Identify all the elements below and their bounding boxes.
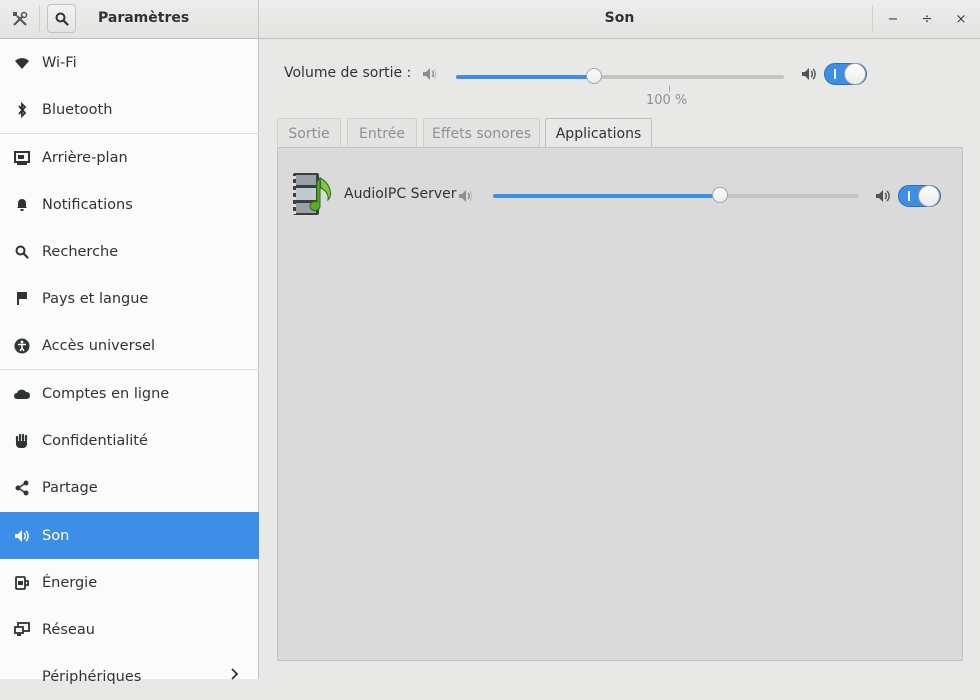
tab-output[interactable]: Sortie bbox=[277, 118, 341, 148]
multimedia-audio-icon bbox=[293, 173, 332, 215]
sidebar-item-label: Notifications bbox=[42, 196, 133, 213]
sidebar-item-sharing[interactable]: Partage bbox=[0, 464, 259, 511]
hand-icon bbox=[13, 432, 31, 450]
output-volume-label: Volume de sortie : bbox=[284, 65, 412, 81]
cloud-icon bbox=[13, 385, 31, 403]
sidebar-item-power[interactable]: Énergie bbox=[0, 559, 259, 606]
bluetooth-icon bbox=[13, 101, 31, 119]
output-volume-handle[interactable] bbox=[586, 68, 602, 84]
sound-panel: Volume de sortie : 100 % Sortie Entrée E… bbox=[260, 39, 980, 679]
tab-sound-effects[interactable]: Effets sonores bbox=[423, 118, 540, 148]
wifi-icon bbox=[13, 54, 31, 72]
speaker-icon bbox=[13, 527, 31, 545]
minimize-button[interactable]: − bbox=[882, 8, 904, 30]
sidebar-item-label: Comptes en ligne bbox=[42, 385, 170, 402]
sidebar-item-label: Pays et langue bbox=[42, 290, 149, 307]
devices-icon bbox=[13, 668, 31, 686]
output-volume-fill bbox=[456, 75, 594, 79]
tab-input[interactable]: Entrée bbox=[347, 118, 417, 148]
sidebar-item-label: Partage bbox=[42, 479, 98, 496]
chevron-right-icon bbox=[230, 667, 240, 685]
window-controls-separator bbox=[872, 5, 873, 33]
sidebar-item-network[interactable]: Réseau bbox=[0, 606, 259, 653]
sidebar-item-label: Arrière-plan bbox=[42, 149, 128, 166]
output-volume-slider[interactable] bbox=[456, 68, 784, 84]
sidebar-item-background[interactable]: Arrière-plan bbox=[0, 134, 259, 181]
sidebar: Wi-Fi Bluetooth Arrière-plan Notificatio… bbox=[0, 39, 259, 685]
bell-icon bbox=[13, 196, 31, 214]
application-volume-fill bbox=[493, 194, 720, 198]
sidebar-item-search[interactable]: Recherche bbox=[0, 228, 259, 275]
application-volume-handle[interactable] bbox=[712, 187, 728, 203]
sidebar-item-label: Périphériques bbox=[42, 668, 142, 685]
header-left: Paramètres bbox=[0, 0, 259, 38]
sidebar-item-label: Confidentialité bbox=[42, 432, 148, 449]
switch-knob bbox=[918, 185, 940, 207]
sidebar-item-notifications[interactable]: Notifications bbox=[0, 181, 259, 228]
switch-knob bbox=[844, 63, 866, 85]
accessibility-icon bbox=[13, 337, 31, 355]
tab-applications[interactable]: Applications bbox=[545, 118, 652, 149]
sidebar-item-wifi[interactable]: Wi-Fi bbox=[0, 39, 259, 86]
speaker-low-icon bbox=[423, 68, 437, 80]
tools-icon bbox=[5, 4, 34, 33]
header-bar: Paramètres Son − ÷ × bbox=[0, 0, 980, 39]
sidebar-item-region[interactable]: Pays et langue bbox=[0, 275, 259, 322]
sidebar-item-label: Recherche bbox=[42, 243, 119, 260]
search-icon bbox=[13, 243, 31, 261]
output-mute-switch[interactable] bbox=[824, 63, 867, 85]
switch-on-indicator bbox=[908, 191, 910, 201]
sidebar-item-bluetooth[interactable]: Bluetooth bbox=[0, 86, 259, 133]
sidebar-item-label: Réseau bbox=[42, 621, 95, 638]
volume-100-tick bbox=[669, 85, 670, 92]
application-name: AudioIPC Server bbox=[344, 186, 457, 202]
sidebar-item-label: Énergie bbox=[42, 574, 98, 591]
sidebar-item-label: Accès universel bbox=[42, 337, 156, 354]
search-icon bbox=[55, 12, 69, 26]
speaker-high-icon bbox=[876, 190, 890, 202]
application-volume-slider[interactable] bbox=[493, 187, 859, 203]
sidebar-item-label: Son bbox=[42, 527, 70, 544]
sidebar-item-label: Bluetooth bbox=[42, 101, 113, 118]
application-row: AudioIPC Server bbox=[278, 148, 964, 228]
applications-panel: AudioIPC Server bbox=[277, 147, 963, 661]
app-title: Paramètres bbox=[98, 10, 190, 26]
sidebar-item-accessibility[interactable]: Accès universel bbox=[0, 322, 259, 369]
speaker-high-icon bbox=[802, 68, 816, 80]
power-icon bbox=[13, 574, 31, 592]
header-separator bbox=[39, 5, 40, 33]
speaker-low-icon bbox=[459, 190, 473, 202]
sidebar-item-online-accounts[interactable]: Comptes en ligne bbox=[0, 370, 259, 417]
background-icon bbox=[13, 149, 31, 167]
maximize-button[interactable]: ÷ bbox=[916, 8, 938, 30]
volume-100-label: 100 % bbox=[646, 93, 688, 108]
sidebar-item-sound[interactable]: Son bbox=[0, 512, 259, 559]
sidebar-item-privacy[interactable]: Confidentialité bbox=[0, 417, 259, 464]
sidebar-item-devices[interactable]: Périphériques bbox=[0, 653, 259, 700]
close-button[interactable]: × bbox=[950, 8, 972, 30]
flag-icon bbox=[13, 290, 31, 308]
share-icon bbox=[13, 479, 31, 497]
search-button[interactable] bbox=[47, 4, 76, 33]
application-mute-switch[interactable] bbox=[898, 185, 941, 207]
network-icon bbox=[13, 621, 31, 639]
sidebar-item-label: Wi-Fi bbox=[42, 54, 77, 71]
switch-on-indicator bbox=[834, 69, 836, 79]
